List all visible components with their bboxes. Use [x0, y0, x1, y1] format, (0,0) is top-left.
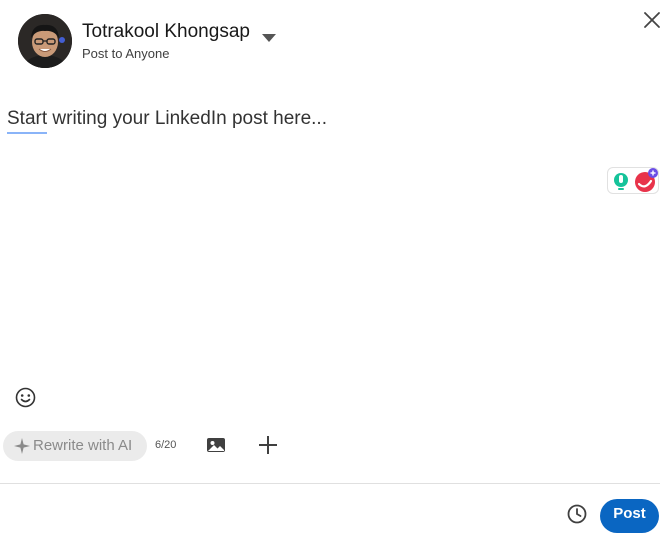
footer-divider — [0, 483, 660, 484]
post-button[interactable]: Post — [600, 499, 659, 533]
rewrite-with-ai-label: Rewrite with AI — [33, 437, 133, 454]
grammarly-icon — [635, 168, 658, 192]
plus-icon[interactable] — [257, 434, 279, 456]
sparkle-icon — [14, 438, 30, 454]
rewrite-with-ai-button[interactable]: Rewrite with AI — [3, 431, 147, 461]
grammarly-widget[interactable] — [607, 167, 659, 194]
post-placeholder: Start writing your LinkedIn post here... — [7, 108, 327, 129]
image-icon[interactable] — [205, 434, 227, 456]
audience-label[interactable]: Post to Anyone — [82, 46, 169, 61]
ai-usage-counter: 6/20 — [155, 439, 177, 451]
caret-down-icon[interactable] — [262, 29, 276, 47]
author-name[interactable]: Totrakool Khongsap — [82, 21, 250, 43]
lightbulb-icon — [614, 173, 628, 190]
emoji-icon[interactable] — [14, 386, 37, 409]
author-avatar — [18, 14, 72, 68]
spellcheck-underline — [7, 132, 47, 134]
clock-icon[interactable] — [566, 503, 588, 525]
close-icon[interactable] — [640, 8, 660, 32]
post-editor[interactable]: Start writing your LinkedIn post here... — [7, 108, 607, 138]
